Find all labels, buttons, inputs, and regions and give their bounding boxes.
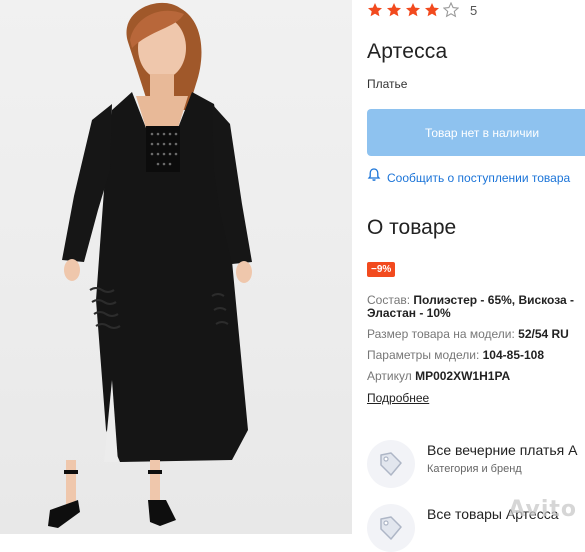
product-info: 5 Артесса Платье Товар нет в наличии Соо…: [367, 0, 585, 552]
attr-model-size: Размер товара на модели: 52/54 RU: [367, 327, 569, 341]
tag-icon: [367, 440, 415, 488]
dress-illustration: [48, 2, 252, 528]
out-of-stock-button[interactable]: Товар нет в наличии: [367, 109, 585, 156]
star-filled-icon: [368, 3, 382, 17]
star-empty-icon: [443, 2, 459, 18]
attr-label: Параметры модели:: [367, 348, 483, 362]
category-link-dresses[interactable]: Все вечерние платья А Категория и бренд: [367, 440, 577, 488]
attr-value: Полиэстер - 65%, Вискоза -: [413, 293, 574, 307]
discount-badge: −9%: [367, 262, 396, 277]
attr-value: MP002XW1H1PA: [415, 369, 511, 383]
rating-count: 5: [470, 2, 478, 18]
rating[interactable]: 5: [367, 2, 477, 18]
more-details-link[interactable]: Подробнее: [367, 391, 429, 405]
notify-label: Сообщить о поступлении товара: [387, 170, 571, 185]
attr-model-params: Параметры модели: 104-85-108: [367, 348, 544, 362]
star-filled-icon: [425, 3, 439, 17]
notify-link[interactable]: Сообщить о поступлении товара: [367, 168, 570, 187]
product-title: Артесса: [367, 40, 448, 63]
about-title: О товаре: [367, 216, 457, 239]
attr-article: Артикул MP002XW1H1PA: [367, 369, 510, 383]
attr-composition-cont: Эластан - 10%: [367, 306, 451, 320]
category-subtitle: Категория и бренд: [427, 463, 522, 475]
star-filled-icon: [387, 3, 401, 17]
attr-label: Размер товара на модели:: [367, 327, 519, 341]
attr-composition: Состав: Полиэстер - 65%, Вискоза -: [367, 293, 574, 307]
category-title: Все вечерние платья А: [427, 442, 578, 458]
tag-icon: [367, 504, 415, 552]
attr-value: 52/54 RU: [518, 327, 569, 341]
out-of-stock-label: Товар нет в наличии: [424, 125, 540, 140]
product-subtitle: Платье: [367, 77, 408, 91]
attr-label: Состав:: [367, 293, 414, 307]
star-filled-icon: [406, 3, 420, 17]
avito-watermark: Avito: [508, 497, 577, 522]
rating-stars: [367, 2, 462, 18]
attr-value: Эластан - 10%: [367, 306, 451, 320]
bell-icon: [367, 168, 381, 187]
attr-value: 104-85-108: [482, 348, 545, 362]
product-photo[interactable]: [0, 0, 352, 534]
attr-label: Артикул: [367, 369, 416, 383]
